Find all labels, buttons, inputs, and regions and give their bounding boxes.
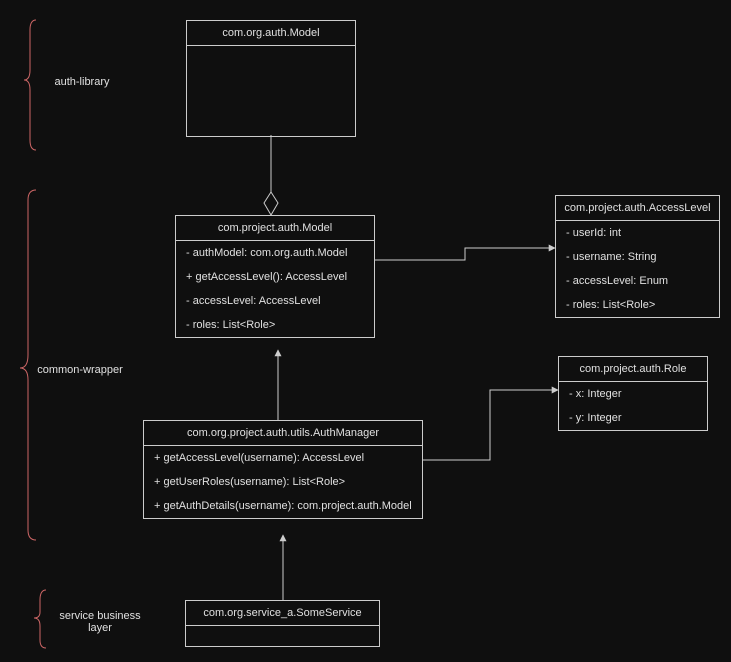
- class-auth-manager: com.org.project.auth.utils.AuthManager +…: [143, 420, 423, 519]
- class-method: + getAccessLevel(): AccessLevel: [176, 265, 374, 289]
- class-some-service: com.org.service_a.SomeService: [185, 600, 380, 647]
- class-attr: - y: Integer: [559, 406, 707, 430]
- layer-label-auth-library: auth-library: [42, 76, 122, 88]
- class-title: com.project.auth.Model: [176, 216, 374, 241]
- class-access-level: com.project.auth.AccessLevel - userId: i…: [555, 195, 720, 318]
- class-method: + getAccessLevel(username): AccessLevel: [144, 446, 422, 470]
- class-body-empty: [187, 46, 355, 136]
- class-attr: - roles: List<Role>: [556, 293, 719, 317]
- class-attr: - authModel: com.org.auth.Model: [176, 241, 374, 265]
- class-title: com.org.service_a.SomeService: [186, 601, 379, 626]
- layer-label-service-business: service business layer: [50, 610, 150, 634]
- class-attr: - userId: int: [556, 221, 719, 245]
- class-title: com.project.auth.Role: [559, 357, 707, 382]
- class-body-empty: [186, 626, 379, 646]
- class-attr: - accessLevel: Enum: [556, 269, 719, 293]
- class-title: com.project.auth.AccessLevel: [556, 196, 719, 221]
- class-attr: - x: Integer: [559, 382, 707, 406]
- class-method: + getAuthDetails(username): com.project.…: [144, 494, 422, 518]
- class-method: + getUserRoles(username): List<Role>: [144, 470, 422, 494]
- layer-label-common-wrapper: common-wrapper: [30, 364, 130, 376]
- class-role: com.project.auth.Role - x: Integer - y: …: [558, 356, 708, 431]
- class-project-auth-model: com.project.auth.Model - authModel: com.…: [175, 215, 375, 338]
- class-title: com.org.auth.Model: [187, 21, 355, 46]
- class-attr: - roles: List<Role>: [176, 313, 374, 337]
- class-attr: - accessLevel: AccessLevel: [176, 289, 374, 313]
- class-title: com.org.project.auth.utils.AuthManager: [144, 421, 422, 446]
- class-attr: - username: String: [556, 245, 719, 269]
- class-org-auth-model: com.org.auth.Model: [186, 20, 356, 137]
